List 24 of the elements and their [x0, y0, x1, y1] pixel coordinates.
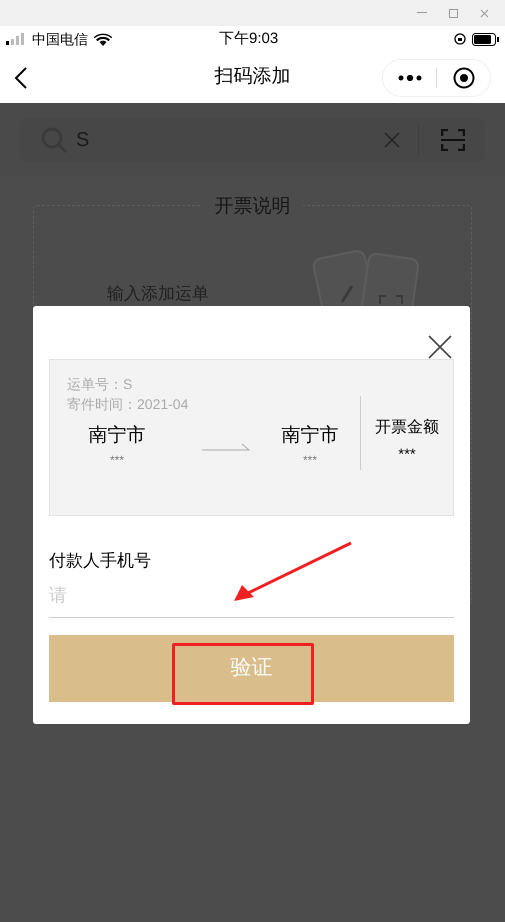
battery-icon	[472, 32, 499, 46]
wifi-icon	[94, 32, 112, 46]
waybill-number: 运单号：S	[67, 375, 132, 394]
carrier-name: 中国电信	[32, 30, 88, 48]
close-icon[interactable]	[428, 335, 452, 359]
origin-city: 南宁市	[88, 424, 146, 448]
sent-time: 寄件时间：2021-04	[67, 395, 188, 414]
status-time: 下午9:03	[219, 28, 278, 49]
close-miniprogram-icon[interactable]	[453, 66, 475, 88]
phone-label: 付款人手机号	[49, 550, 152, 572]
more-icon[interactable]	[398, 74, 422, 80]
destination-detail: ***	[302, 452, 317, 468]
amount-label: 开票金额	[375, 418, 439, 438]
clear-icon[interactable]	[384, 132, 400, 148]
page-title: 扫码添加	[214, 65, 290, 90]
maximize-icon[interactable]	[449, 8, 458, 18]
destination-city: 南宁市	[282, 424, 338, 448]
rotation-lock-icon	[454, 33, 466, 45]
origin-detail: ***	[110, 452, 124, 468]
scan-icon[interactable]	[441, 129, 465, 151]
back-icon[interactable]	[14, 66, 28, 88]
minimize-icon[interactable]	[417, 12, 427, 14]
verify-button[interactable]: 验证	[49, 634, 454, 702]
amount-value: ***	[398, 445, 416, 465]
